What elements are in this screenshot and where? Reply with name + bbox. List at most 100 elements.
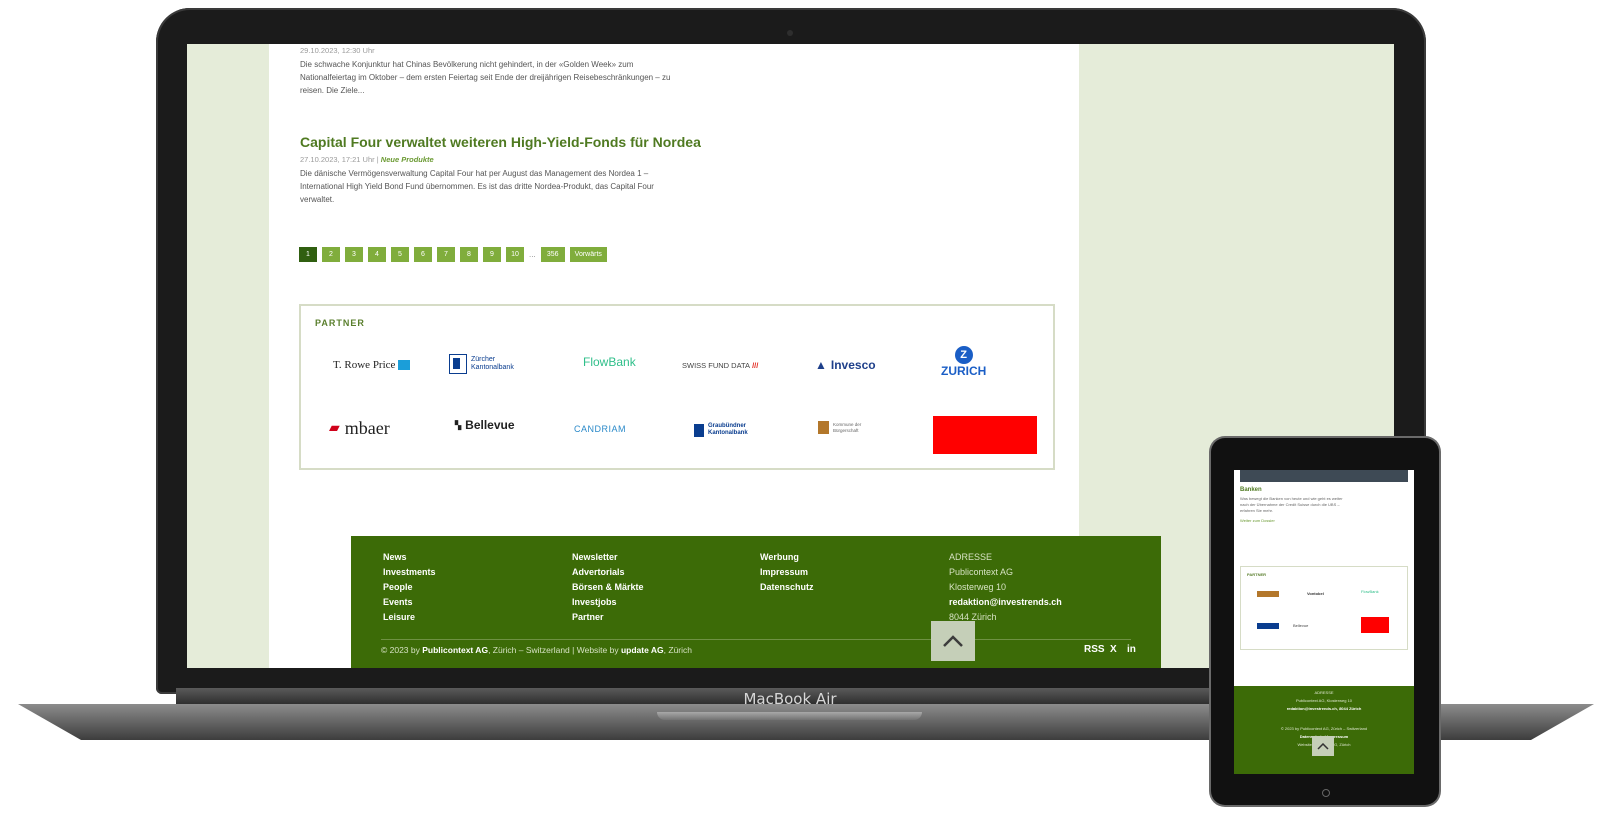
tablet-logo-crest[interactable] (1257, 591, 1279, 597)
footer-link-investjobs[interactable]: Investjobs (572, 595, 644, 610)
meta-separator: | (376, 155, 379, 164)
logo-text: SWISS FUND DATA (682, 361, 751, 370)
tablet-partner-title: PARTNER (1247, 572, 1267, 577)
article-date: 27.10.2023, 17:21 Uhr (300, 155, 375, 164)
footer-divider (381, 639, 1131, 640)
page-link-last[interactable]: 356 (540, 247, 565, 262)
article-date: 29.10.2023, 12:30 Uhr (300, 46, 375, 55)
footer-link-impressum[interactable]: Impressum (760, 565, 814, 580)
logo-swissfunddata[interactable]: SWISS FUND DATA /// (682, 361, 758, 370)
logo-invesco[interactable]: ▲ Invesco (815, 358, 876, 372)
partner-title: PARTNER (315, 318, 365, 328)
article-excerpt: Die schwache Konjunktur hat Chinas Bevöl… (300, 58, 670, 97)
tablet-partner-box: PARTNER Vontobel FlowBank Bellevue (1240, 566, 1408, 650)
logo-gkb[interactable]: Graubündner Kantonalbank (694, 423, 763, 437)
main-content: 29.10.2023, 12:30 Uhr Die schwache Konju… (269, 44, 1161, 668)
footer-link-investments[interactable]: Investments (383, 565, 436, 580)
footer-link-people[interactable]: People (383, 580, 436, 595)
logo-kommune[interactable]: Kommune der Bürgerschaft (818, 421, 873, 434)
footer-link-leisure[interactable]: Leisure (383, 610, 436, 625)
logo-bellevue[interactable]: ▚ Bellevue (455, 418, 515, 432)
back-to-top-button[interactable] (931, 621, 975, 661)
page-link-4[interactable]: 4 (368, 247, 386, 262)
tablet-footer: ADRESSE Publicontext AG, Klosterweg 10 r… (1234, 686, 1414, 774)
address-email-link[interactable]: redaktion@investrends.ch (949, 595, 1062, 610)
tablet-dossier-link[interactable]: Weiter zum Dossier (1240, 518, 1275, 524)
tablet-redacted-logo[interactable] (1361, 617, 1389, 633)
article-meta: 27.10.2023, 17:21 Uhr | Neue Produkte (300, 155, 434, 164)
excerpt-line: Die dänische Vermögensverwaltung Capital… (300, 169, 649, 178)
linkedin-icon[interactable]: in (1127, 644, 1136, 655)
x-icon[interactable]: X (1110, 644, 1117, 655)
zurich-z-icon: Z (954, 346, 973, 364)
chevron-up-icon (943, 635, 963, 647)
logo-zkb[interactable]: Zürcher Kantonalbank (449, 354, 531, 374)
page-link-5[interactable]: 5 (391, 247, 409, 262)
swissfunddata-mark-icon: /// (752, 361, 759, 370)
partner-box: PARTNER T. Rowe Price Zürcher Kantonalba… (299, 304, 1055, 470)
address-heading: ADRESSE (949, 552, 993, 562)
invesco-mountain-icon: ▲ (815, 358, 827, 372)
tablet-screen: Banken Was bewegt die Banken von heute u… (1234, 470, 1414, 774)
footer-link-markets[interactable]: Börsen & Märkte (572, 580, 644, 595)
camera (787, 30, 793, 36)
page-link-6[interactable]: 6 (414, 247, 432, 262)
tablet-text: Was bewegt die Banken von heute und wie … (1240, 496, 1343, 514)
tablet-back-to-top-button[interactable] (1312, 736, 1334, 756)
copyright-mid: , Zürich – Switzerland | Website by (488, 645, 619, 655)
excerpt-line: Die schwache Konjunktur hat Chinas Bevöl… (300, 60, 634, 69)
article-excerpt: Die dänische Vermögensverwaltung Capital… (300, 167, 654, 206)
agency-link[interactable]: update AG (621, 645, 664, 655)
page-link-8[interactable]: 8 (460, 247, 478, 262)
excerpt-line: Nationalfeiertag im Oktober – dem ersten… (300, 73, 671, 82)
page-link-9[interactable]: 9 (483, 247, 501, 262)
logo-text: T. Rowe Price (333, 359, 396, 371)
footer-link-events[interactable]: Events (383, 595, 436, 610)
logo-text: Invesco (830, 358, 876, 372)
logo-flowbank[interactable]: FlowBank (583, 355, 636, 369)
rss-icon[interactable]: RSS (1084, 644, 1105, 655)
pagination: 1 2 3 4 5 6 7 8 9 10 ... 356 Vorwärts (299, 247, 607, 262)
logo-text: Kommune der Bürgerschaft (833, 421, 862, 433)
redacted-logo[interactable] (933, 416, 1037, 454)
article-title-link[interactable]: Capital Four verwaltet weiteren High-Yie… (300, 134, 701, 150)
copyright-suffix: , Zürich (663, 645, 692, 655)
zkb-shield-icon (449, 354, 467, 374)
page-link-10[interactable]: 10 (506, 247, 524, 262)
tablet-footer-email[interactable]: redaktion@investrends.ch, 8044 Zürich (1234, 706, 1414, 712)
logo-text: Bellevue (465, 418, 515, 432)
tablet-logo-bellevue[interactable]: Bellevue (1293, 623, 1308, 629)
tablet-logo-flowbank[interactable]: FlowBank (1361, 589, 1379, 595)
footer-col-nav: News Investments People Events Leisure (383, 550, 436, 625)
footer-link-datenschutz[interactable]: Datenschutz (760, 580, 814, 595)
footer-link-partner[interactable]: Partner (572, 610, 644, 625)
footer-link-news[interactable]: News (383, 550, 436, 565)
footer-link-werbung[interactable]: Werbung (760, 550, 814, 565)
excerpt-line: reisen. Die Ziele... (300, 86, 365, 95)
logo-mbaer[interactable]: ▰ mbaer (329, 418, 390, 439)
troweprice-mark-icon (398, 360, 411, 370)
logo-troweprice[interactable]: T. Rowe Price (333, 359, 411, 371)
footer-link-newsletter[interactable]: Newsletter (572, 550, 644, 565)
copyright-company: Publicontext AG (422, 645, 489, 655)
logo-text: ZURICH (941, 364, 987, 378)
tablet-hero-image (1240, 470, 1408, 482)
page-link-1[interactable]: 1 (299, 247, 317, 262)
next-page-button[interactable]: Vorwärts (569, 247, 607, 262)
tablet-logo-vontobel[interactable]: Vontobel (1307, 591, 1324, 597)
page-link-7[interactable]: 7 (437, 247, 455, 262)
logo-zurich[interactable]: Z ZURICH (941, 346, 986, 378)
page-link-2[interactable]: 2 (322, 247, 340, 262)
article-category-link[interactable]: Neue Produkte (381, 155, 434, 164)
tablet-footer-copyright: © 2023 by Publicontext AG, Zürich – Swit… (1280, 726, 1368, 731)
logo-text: Zürcher Kantonalbank (471, 356, 514, 371)
tablet-footer-address: Publicontext AG, Klosterweg 10 (1295, 698, 1353, 703)
logo-candriam[interactable]: CANDRIAM (574, 424, 626, 434)
excerpt-line: verwaltet. (300, 195, 335, 204)
page-link-3[interactable]: 3 (345, 247, 363, 262)
footer-link-advertorials[interactable]: Advertorials (572, 565, 644, 580)
footer-address: ADRESSE Publicontext AG Klosterweg 10 re… (949, 550, 1062, 625)
tablet-logo-zkb[interactable] (1257, 623, 1279, 629)
crest-icon (818, 421, 829, 434)
chevron-up-icon (1317, 742, 1329, 750)
